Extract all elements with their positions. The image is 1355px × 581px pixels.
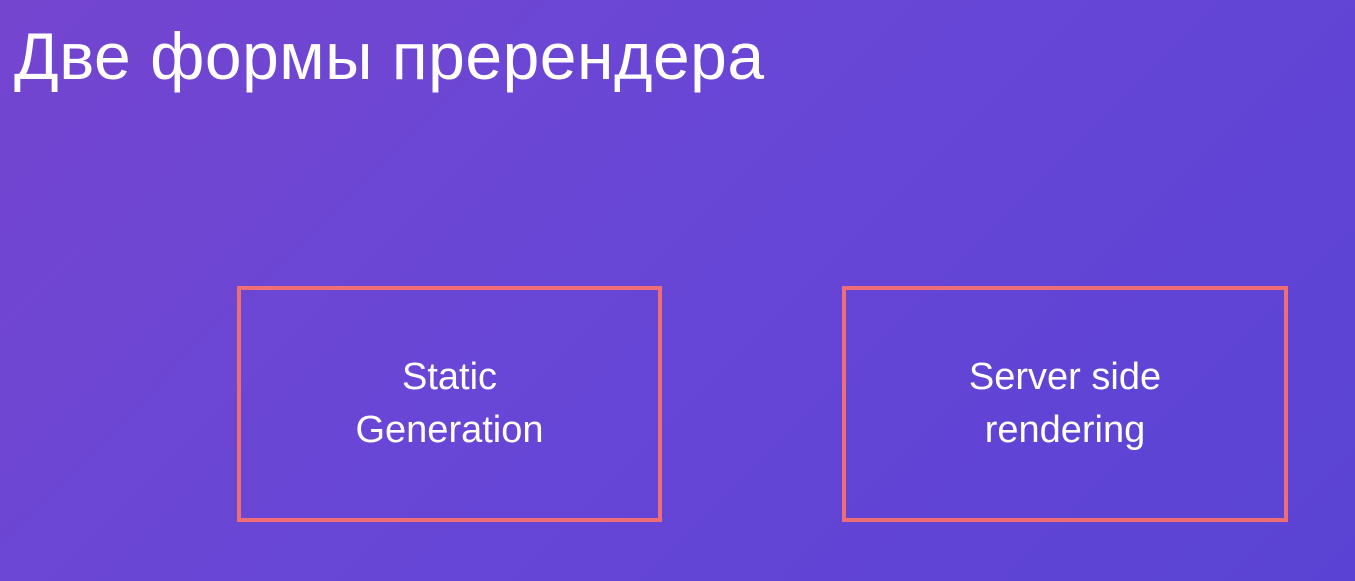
- static-generation-box: Static Generation: [237, 286, 662, 522]
- server-side-rendering-label: Server side rendering: [969, 351, 1161, 457]
- server-side-rendering-line-1: Server side: [968, 356, 1162, 398]
- static-generation-line-2: Generation: [355, 409, 544, 451]
- server-side-rendering-box: Server side rendering: [842, 286, 1288, 522]
- server-side-rendering-line-2: rendering: [984, 409, 1146, 451]
- static-generation-label: Static Generation: [355, 351, 543, 457]
- slide: { "slide": { "title": "Две формы преренд…: [0, 0, 1355, 581]
- slide-title: Две формы пререндера: [14, 19, 765, 93]
- static-generation-line-1: Static: [401, 356, 498, 398]
